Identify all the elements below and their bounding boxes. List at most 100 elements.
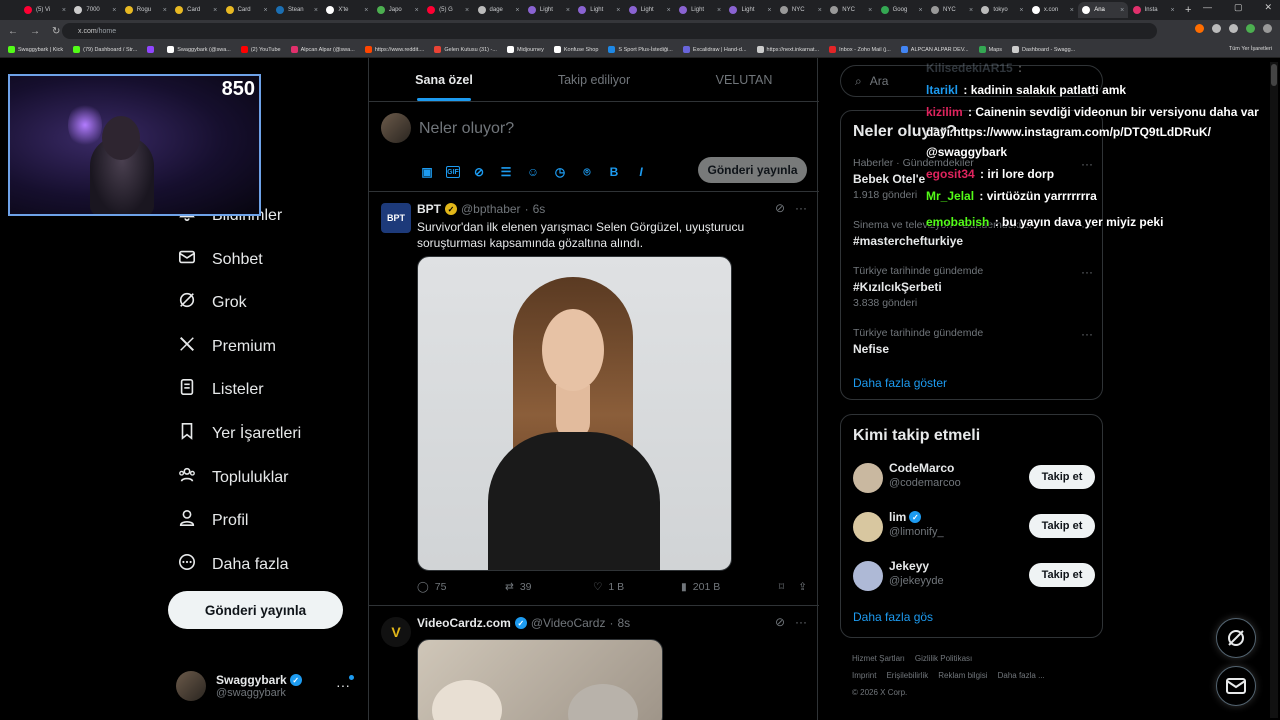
- browser-tab[interactable]: x.con ×: [1028, 2, 1078, 18]
- footer-link[interactable]: Imprint: [852, 671, 876, 680]
- account-switcher[interactable]: Swaggybark ✓ @swaggybark ···: [176, 666, 356, 706]
- tab-close-icon[interactable]: ×: [717, 7, 721, 14]
- browser-tab[interactable]: 7000 ×: [70, 2, 120, 18]
- tab-close-icon[interactable]: ×: [263, 7, 267, 14]
- location-icon[interactable]: ⌾: [579, 164, 595, 180]
- browser-tab[interactable]: dage ×: [474, 2, 524, 18]
- tab-close-icon[interactable]: ×: [62, 7, 66, 14]
- tab-close-icon[interactable]: ×: [112, 7, 116, 14]
- grok-icon[interactable]: ⊘: [471, 164, 487, 180]
- scrollbar-thumb[interactable]: [1271, 64, 1277, 86]
- more-dots-icon[interactable]: ···: [1081, 327, 1093, 341]
- grok-fab-button[interactable]: [1216, 618, 1256, 658]
- nav-item-grok[interactable]: Grok: [178, 291, 247, 314]
- poll-icon[interactable]: ☰: [498, 164, 514, 180]
- tab-close-icon[interactable]: ×: [868, 7, 872, 14]
- extensions-puzzle-icon[interactable]: [1229, 24, 1238, 33]
- footer-link[interactable]: Hizmet Şartları: [852, 654, 905, 663]
- share-icon[interactable]: ⇪: [798, 581, 807, 593]
- bookmark-item[interactable]: S Sport Plus-İstediği...: [608, 46, 673, 53]
- tab-close-icon[interactable]: ×: [515, 7, 519, 14]
- footer-link[interactable]: Reklam bilgisi: [938, 671, 987, 680]
- browser-tab[interactable]: Ana ×: [1078, 2, 1129, 18]
- like-button[interactable]: ♡ 1 B: [593, 581, 681, 593]
- follow-button[interactable]: Takip et: [1029, 514, 1095, 538]
- schedule-icon[interactable]: ◷: [552, 164, 568, 180]
- post-image[interactable]: [417, 256, 732, 571]
- avatar[interactable]: V: [381, 617, 411, 647]
- minimize-icon[interactable]: —: [1203, 2, 1212, 13]
- follow-button[interactable]: Takip et: [1029, 465, 1095, 489]
- nav-item-yer-i-şaretleri[interactable]: Yer İşaretleri: [178, 422, 301, 445]
- all-bookmarks[interactable]: Tüm Yer İşaretleri: [1229, 46, 1272, 52]
- bookmark-item[interactable]: Midjourney: [506, 46, 544, 53]
- bold-icon[interactable]: B: [606, 164, 622, 180]
- who-to-follow-item[interactable]: CodeMarco @codemarcoo Takip et: [853, 459, 1095, 499]
- bookmark-item[interactable]: Inbox - Zoho Mail (j...: [829, 46, 891, 53]
- browser-tab[interactable]: Card ×: [222, 2, 272, 18]
- browser-tab[interactable]: Light ×: [574, 2, 624, 18]
- browser-tab[interactable]: Light ×: [625, 2, 675, 18]
- profile-avatar-icon[interactable]: [1246, 24, 1255, 33]
- compose-input[interactable]: Neler oluyor?: [419, 120, 514, 138]
- tab-close-icon[interactable]: ×: [969, 7, 973, 14]
- grok-icon[interactable]: ⊘: [775, 615, 785, 629]
- browser-tab[interactable]: Stean ×: [272, 2, 322, 18]
- close-window-icon[interactable]: ✕: [1264, 2, 1272, 13]
- nav-item-premium[interactable]: Premium: [178, 335, 276, 358]
- bookmark-item[interactable]: https://next.inkarnat...: [756, 46, 819, 53]
- emoji-icon[interactable]: ☺: [525, 164, 541, 180]
- bookmark-item[interactable]: https://www.reddit....: [364, 46, 424, 53]
- post-author-name[interactable]: BPT: [417, 202, 441, 216]
- new-tab-icon[interactable]: +: [1185, 4, 1191, 16]
- menu-icon[interactable]: [1263, 24, 1272, 33]
- post-button[interactable]: Gönderi yayınla: [168, 591, 343, 629]
- bookmark-item[interactable]: Gelen Kutusu (31) -...: [434, 46, 497, 53]
- more-dots-icon[interactable]: ···: [795, 615, 807, 629]
- browser-tab[interactable]: Light ×: [524, 2, 574, 18]
- bookmark-item[interactable]: (79) Dashboard / Str...: [73, 46, 137, 53]
- reload-icon[interactable]: ↻: [52, 26, 60, 37]
- post[interactable]: BPT BPT ✓ @bpthaber · 6s ⊘ ··· Survivor'…: [369, 193, 819, 606]
- browser-tab[interactable]: tokyo ×: [977, 2, 1027, 18]
- follow-button[interactable]: Takip et: [1029, 563, 1095, 587]
- browser-tab[interactable]: Goog ×: [877, 2, 927, 18]
- avatar[interactable]: BPT: [381, 203, 411, 233]
- post-author-name[interactable]: VideoCardz.com: [417, 616, 511, 630]
- tab-close-icon[interactable]: ×: [616, 7, 620, 14]
- footer-link[interactable]: Daha fazla ...: [998, 671, 1045, 680]
- footer-link[interactable]: © 2026 X Corp.: [852, 688, 907, 697]
- more-dots-icon[interactable]: ···: [1081, 265, 1093, 279]
- trend-item[interactable]: Türkiye tarihinde gündemde #KızılcıkŞerbe…: [853, 265, 1093, 309]
- views-button[interactable]: ▮ 201 B: [681, 581, 769, 593]
- tab-close-icon[interactable]: ×: [465, 7, 469, 14]
- tab-close-icon[interactable]: ×: [767, 7, 771, 14]
- bookmark-item[interactable]: Dashboard - Swagg...: [1012, 46, 1075, 53]
- more-dots-icon[interactable]: ···: [336, 677, 350, 693]
- more-dots-icon[interactable]: ···: [795, 201, 807, 215]
- italic-icon[interactable]: I: [633, 164, 649, 180]
- tab-close-icon[interactable]: ×: [1120, 7, 1124, 14]
- avatar[interactable]: [853, 512, 883, 542]
- nav-item-daha-fazla[interactable]: Daha fazla: [178, 553, 289, 576]
- footer-link[interactable]: Gizlilik Politikası: [915, 654, 972, 663]
- avatar[interactable]: [853, 561, 883, 591]
- bookmark-item[interactable]: (2) YouTube: [240, 46, 281, 53]
- bookmark-item[interactable]: Maps: [978, 46, 1002, 53]
- browser-tab[interactable]: Light ×: [725, 2, 775, 18]
- bookmark-item[interactable]: Alpcan Alpar (@swa...: [290, 46, 355, 53]
- browser-tab[interactable]: Rogu ×: [121, 2, 171, 18]
- bookmark-item[interactable]: Swaggybark | Kick: [8, 46, 63, 53]
- avatar[interactable]: [853, 463, 883, 493]
- gif-icon[interactable]: GIF: [446, 166, 460, 178]
- post-author-handle[interactable]: @bpthaber: [461, 202, 521, 216]
- messages-fab-button[interactable]: [1216, 666, 1256, 706]
- tab-close-icon[interactable]: ×: [163, 7, 167, 14]
- maximize-icon[interactable]: ▢: [1234, 2, 1243, 13]
- reply-button[interactable]: ◯ 75: [417, 581, 505, 593]
- footer-link[interactable]: Erişilebilirlik: [886, 671, 928, 680]
- back-icon[interactable]: ←: [8, 26, 18, 37]
- post-author-handle[interactable]: @VideoCardz: [531, 616, 606, 630]
- post[interactable]: V VideoCardz.com ✓ @VideoCardz · 8s ⊘ ··…: [369, 607, 819, 720]
- show-more-link[interactable]: Daha fazla gös: [853, 610, 933, 624]
